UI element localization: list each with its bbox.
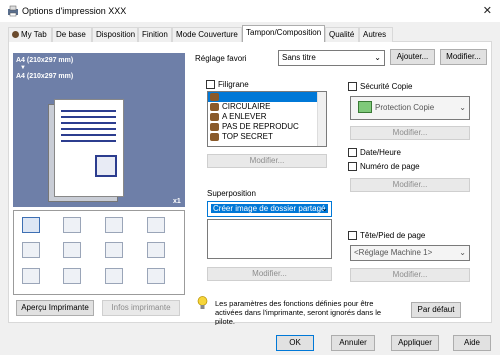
securite-copie-label: Sécurité Copie bbox=[360, 82, 413, 91]
print-function-icon[interactable] bbox=[22, 217, 40, 233]
quality-icon[interactable] bbox=[105, 268, 123, 284]
modifier-securite-button[interactable]: Modifier... bbox=[350, 126, 470, 140]
cover-icon[interactable] bbox=[22, 268, 40, 284]
booklet-icon[interactable] bbox=[105, 217, 123, 233]
tete-pied-label: Tête/Pied de page bbox=[360, 231, 426, 240]
tab-de-base[interactable]: De base bbox=[52, 27, 92, 42]
staple-icon[interactable] bbox=[147, 217, 165, 233]
ajouter-button[interactable]: Ajouter... bbox=[390, 49, 435, 65]
list-item[interactable]: PAS DE REPRODUC bbox=[208, 122, 326, 132]
modifier-favori-button[interactable]: Modifier... bbox=[440, 49, 487, 65]
preview-output-size: A4 (210x297 mm) bbox=[16, 73, 74, 80]
stamp-icon bbox=[210, 123, 219, 131]
ok-button[interactable]: OK bbox=[276, 335, 314, 351]
numero-page-checkbox[interactable] bbox=[348, 162, 357, 171]
date-heure-label: Date/Heure bbox=[360, 148, 401, 157]
annuler-button[interactable]: Annuler bbox=[331, 335, 375, 351]
stamp-icon bbox=[210, 113, 219, 121]
filigrane-checkbox[interactable] bbox=[206, 80, 215, 89]
list-scrollbar[interactable] bbox=[317, 92, 326, 146]
modifier-tete-pied-button[interactable]: Modifier... bbox=[350, 268, 470, 282]
numero-page-label: Numéro de page bbox=[360, 162, 420, 171]
list-item[interactable]: CIRCULAIRE bbox=[208, 102, 326, 112]
layout-icon[interactable] bbox=[63, 242, 81, 258]
tab-autres[interactable]: Autres bbox=[359, 27, 393, 42]
filigrane-label: Filigrane bbox=[218, 80, 249, 89]
modifier-numero-button[interactable]: Modifier... bbox=[350, 178, 470, 192]
superposition-list[interactable] bbox=[207, 219, 332, 259]
settings-icon[interactable] bbox=[147, 268, 165, 284]
lightbulb-icon bbox=[197, 296, 208, 310]
tab-finition[interactable]: Finition bbox=[138, 27, 172, 42]
punch-icon[interactable] bbox=[22, 242, 40, 258]
list-item[interactable] bbox=[208, 92, 326, 102]
preview-paper-size: A4 (210x297 mm) bbox=[16, 57, 74, 64]
list-item[interactable]: A ENLEVER bbox=[208, 112, 326, 122]
infos-imprimante-button[interactable]: Infos imprimante bbox=[102, 300, 180, 316]
info-text: Les paramètres des fonctions définies po… bbox=[215, 299, 382, 325]
securite-copie-select[interactable]: Protection Copie ⌄ bbox=[350, 96, 470, 120]
chevron-down-icon: ⌄ bbox=[321, 204, 328, 213]
chevron-down-icon: ⌄ bbox=[459, 248, 466, 257]
user-icon bbox=[12, 31, 19, 38]
apercu-imprimante-button[interactable]: Aperçu Imprimante bbox=[16, 300, 94, 316]
tete-pied-checkbox[interactable] bbox=[348, 231, 357, 240]
tab-mode-couverture[interactable]: Mode Couverture bbox=[172, 27, 242, 42]
window-title: Options d'impression XXX bbox=[22, 6, 127, 16]
tete-pied-select[interactable]: <Réglage Machine 1> ⌄ bbox=[350, 245, 470, 261]
stamp-icon bbox=[210, 133, 219, 141]
copy-protect-icon bbox=[358, 101, 372, 113]
appliquer-button[interactable]: Appliquer bbox=[391, 335, 439, 351]
superposition-label: Superposition bbox=[207, 189, 256, 198]
tab-my-tab[interactable]: My Tab bbox=[8, 27, 52, 42]
aide-button[interactable]: Aide bbox=[453, 335, 491, 351]
chevron-down-icon: ⌄ bbox=[459, 103, 466, 112]
stamp-icon bbox=[210, 93, 219, 101]
printer-icon bbox=[7, 5, 19, 17]
preview-page bbox=[54, 99, 124, 197]
filigrane-list[interactable]: CIRCULAIRE A ENLEVER PAS DE REPRODUC TOP… bbox=[207, 91, 327, 147]
reglage-favori-label: Réglage favori bbox=[195, 54, 247, 63]
tab-qualite[interactable]: Qualité bbox=[325, 27, 359, 42]
close-icon[interactable]: ✕ bbox=[483, 4, 492, 17]
preview-copies: x1 bbox=[173, 198, 181, 205]
securite-copie-checkbox[interactable] bbox=[348, 82, 357, 91]
stamp-icon bbox=[210, 103, 219, 111]
favorite-select[interactable]: Sans titre ⌄ bbox=[278, 50, 385, 66]
modifier-superposition-button[interactable]: Modifier... bbox=[207, 267, 332, 281]
user-auth-icon[interactable] bbox=[63, 268, 81, 284]
watermark-icon[interactable] bbox=[105, 242, 123, 258]
modifier-filigrane-button[interactable]: Modifier... bbox=[207, 154, 327, 168]
arrow-down-icon: ▼ bbox=[20, 65, 26, 71]
tab-disposition[interactable]: Disposition bbox=[92, 27, 138, 42]
date-heure-checkbox[interactable] bbox=[348, 148, 357, 157]
overlay-icon[interactable] bbox=[147, 242, 165, 258]
list-item[interactable]: TOP SECRET bbox=[208, 132, 326, 142]
duplex-icon[interactable] bbox=[63, 217, 81, 233]
superposition-select[interactable]: Créer image de dossier partagé ⌄ bbox=[207, 201, 332, 217]
tab-tampon-composition[interactable]: Tampon/Composition bbox=[242, 25, 325, 42]
chevron-down-icon: ⌄ bbox=[374, 53, 381, 62]
par-defaut-button[interactable]: Par défaut bbox=[411, 302, 461, 318]
